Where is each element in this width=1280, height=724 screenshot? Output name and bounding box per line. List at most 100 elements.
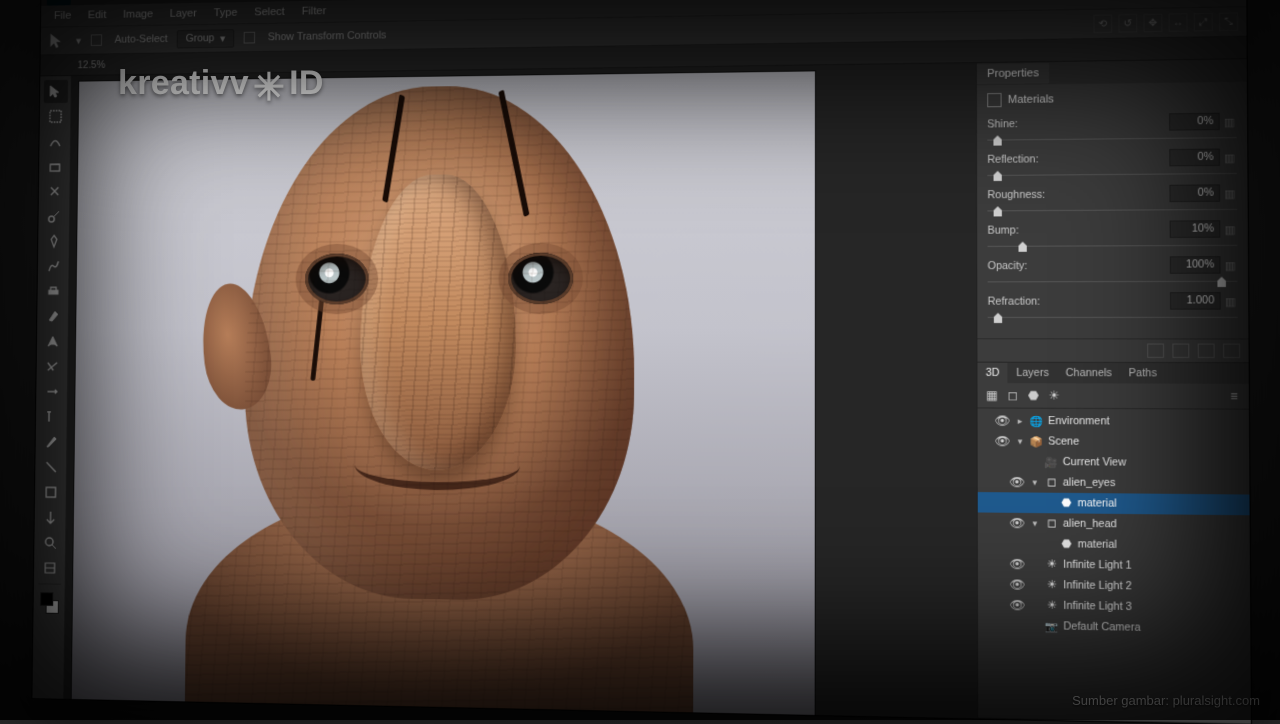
3d-pan-icon[interactable]: ✥: [1143, 14, 1162, 33]
tool-move[interactable]: [43, 80, 67, 103]
expand-icon[interactable]: ▾: [1015, 436, 1025, 447]
tool-eyedropper[interactable]: [42, 180, 66, 203]
property-refraction: Refraction:1.000▥: [988, 292, 1238, 310]
show-transform-checkbox[interactable]: [243, 32, 254, 44]
shine-value[interactable]: 0%: [1169, 113, 1220, 131]
menu-filter[interactable]: Filter: [294, 2, 334, 20]
tool-dodge[interactable]: [39, 380, 63, 403]
move-tool-icon[interactable]: [48, 31, 67, 50]
tab-3d[interactable]: 3D: [977, 363, 1007, 383]
texture-picker-icon[interactable]: ▥: [1224, 115, 1237, 127]
node-label: material: [1078, 497, 1117, 510]
texture-picker-icon[interactable]: ▥: [1225, 295, 1238, 307]
panel-menu-icon[interactable]: ≡: [1225, 388, 1242, 405]
refraction-slider[interactable]: [988, 314, 1238, 322]
opacity-value[interactable]: 100%: [1170, 256, 1221, 274]
menu-type[interactable]: Type: [206, 4, 245, 22]
reflection-value[interactable]: 0%: [1169, 149, 1220, 167]
node-type-icon: ⬣: [1059, 496, 1074, 511]
menu-select[interactable]: Select: [247, 3, 293, 21]
tool-history-brush[interactable]: [41, 280, 65, 303]
expand-icon[interactable]: ▸: [1015, 415, 1025, 426]
visibility-icon[interactable]: 👁: [1009, 516, 1026, 531]
expand-icon[interactable]: ▾: [1030, 477, 1040, 488]
tool-lasso[interactable]: [43, 130, 67, 153]
node-label: Default Camera: [1063, 620, 1140, 634]
tool-pen[interactable]: [39, 430, 64, 453]
shine-slider[interactable]: [987, 134, 1236, 145]
scene-node[interactable]: 📷Default Camera: [978, 615, 1250, 640]
menu-layer[interactable]: Layer: [162, 5, 204, 23]
tool-brush[interactable]: [41, 230, 65, 253]
node-label: Infinite Light 1: [1063, 559, 1132, 572]
filter-mesh-icon[interactable]: ◻: [1004, 387, 1021, 403]
color-swatches[interactable]: [38, 592, 61, 614]
node-type-icon: ☀: [1044, 557, 1059, 572]
tab-layers[interactable]: Layers: [1008, 363, 1057, 384]
node-label: Infinite Light 3: [1063, 600, 1132, 613]
scene-node[interactable]: 👁▸🌐Environment: [978, 410, 1250, 432]
roughness-value[interactable]: 0%: [1169, 184, 1220, 202]
visibility-icon[interactable]: 👁: [994, 414, 1011, 428]
reflection-slider[interactable]: [987, 170, 1237, 180]
tool-clone[interactable]: [41, 255, 65, 278]
menu-edit[interactable]: Edit: [80, 6, 114, 24]
scene-node[interactable]: ⬣ material: [978, 492, 1250, 515]
expand-icon[interactable]: ▾: [1030, 518, 1040, 529]
visibility-icon[interactable]: 👁: [1009, 557, 1026, 572]
tool-rectangle[interactable]: [38, 481, 63, 505]
filter-scene-icon[interactable]: ▦: [984, 387, 1001, 403]
texture-picker-icon[interactable]: ▥: [1224, 187, 1237, 199]
document-canvas[interactable]: [72, 71, 815, 717]
tool-path[interactable]: [38, 455, 63, 478]
visibility-icon[interactable]: 👁: [1009, 598, 1026, 613]
tool-healing[interactable]: [42, 205, 66, 228]
tool-eraser[interactable]: [40, 305, 64, 328]
3d-zoom-icon[interactable]: ⤢: [1194, 13, 1213, 32]
panel-icon[interactable]: [1172, 344, 1189, 358]
visibility-icon[interactable]: 👁: [1009, 475, 1026, 489]
tool-type[interactable]: [39, 405, 63, 428]
scene-node[interactable]: 👁▾◻alien_eyes: [978, 472, 1250, 495]
scene-node[interactable]: 👁▾📦Scene: [978, 431, 1250, 453]
node-type-icon: 🌐: [1029, 414, 1044, 428]
panel-icon[interactable]: [1198, 344, 1215, 358]
tab-properties[interactable]: Properties: [977, 63, 1049, 84]
image-credit: Sumber gambar: pluralsight.com: [1072, 693, 1260, 708]
tool-hand[interactable]: [38, 506, 63, 530]
filter-material-icon[interactable]: ⬣: [1025, 387, 1042, 403]
refraction-value[interactable]: 1.000: [1170, 292, 1221, 310]
node-label: alien_eyes: [1063, 476, 1116, 489]
bump-value[interactable]: 10%: [1170, 220, 1221, 238]
menu-image[interactable]: Image: [116, 5, 161, 23]
opacity-slider[interactable]: [988, 278, 1238, 287]
tool-blur[interactable]: [40, 355, 64, 378]
texture-picker-icon[interactable]: ▥: [1224, 223, 1237, 235]
visibility-icon[interactable]: 👁: [994, 434, 1011, 448]
menu-file[interactable]: File: [47, 7, 79, 25]
3d-roll-icon[interactable]: ↺: [1118, 14, 1137, 33]
scene-node[interactable]: 🎥Current View: [978, 451, 1250, 474]
properties-subtitle: Materials: [1008, 93, 1054, 106]
3d-orbit-icon[interactable]: ⟲: [1093, 14, 1112, 33]
tool-gradient[interactable]: [40, 330, 64, 353]
tool-marquee[interactable]: [43, 105, 67, 128]
roughness-slider[interactable]: [987, 206, 1237, 216]
node-type-icon: ◻: [1044, 516, 1059, 531]
filter-light-icon[interactable]: ☀: [1046, 387, 1063, 403]
auto-select-checkbox[interactable]: [90, 34, 101, 46]
tool-zoom[interactable]: [37, 531, 62, 555]
panel-icon[interactable]: [1147, 344, 1164, 358]
group-dropdown[interactable]: Group▾: [177, 29, 234, 48]
texture-picker-icon[interactable]: ▥: [1225, 259, 1238, 271]
tab-paths[interactable]: Paths: [1120, 363, 1165, 384]
tool-crop[interactable]: [42, 155, 66, 178]
visibility-icon[interactable]: 👁: [1009, 577, 1026, 592]
3d-scale-icon[interactable]: ⤡: [1219, 12, 1238, 31]
trash-icon[interactable]: [1223, 344, 1240, 358]
tab-channels[interactable]: Channels: [1057, 363, 1120, 384]
tool-edit-3d[interactable]: [37, 556, 62, 580]
bump-slider[interactable]: [988, 242, 1238, 251]
texture-picker-icon[interactable]: ▥: [1224, 151, 1237, 163]
3d-slide-icon[interactable]: ↔: [1169, 13, 1188, 32]
